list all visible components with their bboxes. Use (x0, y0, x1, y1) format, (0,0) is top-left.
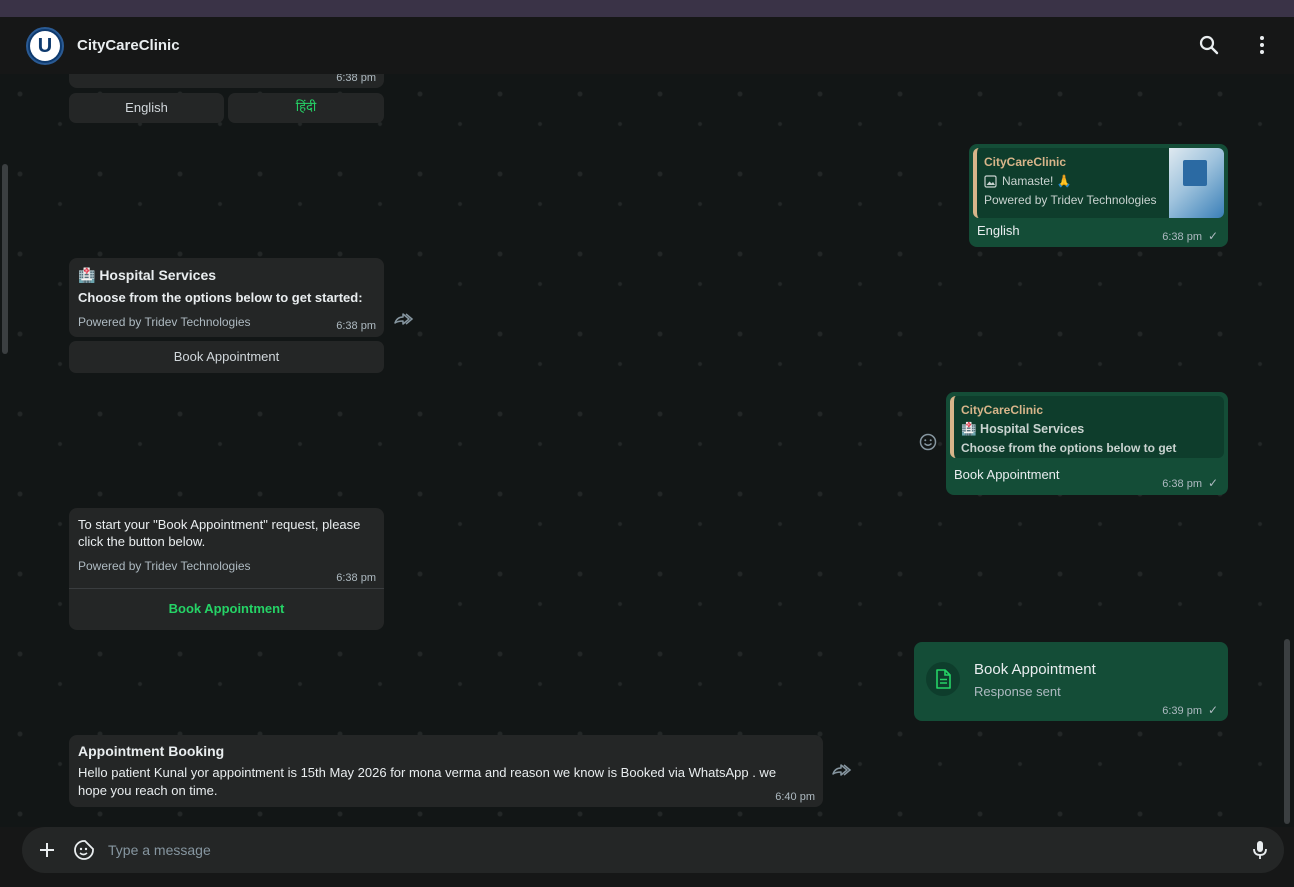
message-composer (22, 827, 1284, 873)
message-list[interactable]: 6:38 pm English हिंदी CityCareClinic Nam… (0, 74, 1294, 827)
message-time: 6:39 pm (1162, 705, 1202, 717)
sent-check-icon: ✓ (1207, 703, 1218, 717)
chat-app: U CityCareClinic 6:38 pm English हिंदी C… (0, 17, 1294, 887)
quick-reply-english[interactable]: English (69, 93, 224, 123)
left-scrollbar[interactable] (2, 164, 8, 354)
powered-by-text: Powered by Tridev Technologies (78, 315, 251, 329)
quoted-message[interactable]: CityCareClinic Namaste! 🙏 Powered by Tri… (973, 148, 1224, 218)
message-text-line: Hello patient Kunal yor appointment is 1… (78, 765, 777, 780)
message-time: 6:40 pm (775, 791, 815, 803)
image-icon (984, 175, 997, 188)
sent-check-icon: ✓ (1207, 229, 1218, 243)
response-status: Response sent (974, 684, 1061, 699)
message-time: 6:38 pm (336, 74, 376, 84)
avatar-letter: U (30, 31, 60, 61)
forward-icon[interactable] (830, 759, 852, 781)
avatar[interactable]: U (26, 27, 64, 65)
book-appointment-cta-button[interactable]: Book Appointment (69, 589, 384, 630)
message-subtitle: Choose from the options below to get sta… (78, 290, 363, 305)
mic-icon[interactable] (1248, 838, 1272, 862)
plus-icon[interactable] (35, 838, 59, 862)
message-bubble-outgoing: CityCareClinic 🏥 Hospital Services Choos… (946, 392, 1228, 495)
quoted-text: Namaste! 🙏 (1002, 174, 1072, 188)
quoted-message[interactable]: CityCareClinic 🏥 Hospital Services Choos… (950, 396, 1224, 458)
bottom-strip (0, 873, 1294, 887)
response-title: Book Appointment (974, 661, 1096, 678)
message-scrollbar[interactable] (1284, 639, 1290, 824)
document-icon-wrap (926, 662, 960, 696)
powered-by-text: Powered by Tridev Technologies (78, 559, 251, 573)
message-title: Appointment Booking (78, 743, 225, 759)
message-bubble-outgoing: CityCareClinic Namaste! 🙏 Powered by Tri… (969, 144, 1228, 247)
quoted-powered: Powered by Tridev Technologies (984, 193, 1157, 207)
quick-reply-hindi[interactable]: हिंदी (228, 93, 384, 123)
chat-title[interactable]: CityCareClinic (77, 37, 180, 54)
sticker-icon[interactable] (72, 838, 96, 862)
search-icon[interactable] (1197, 33, 1221, 57)
message-bubble-incoming: 🏥 Hospital Services Choose from the opti… (69, 258, 384, 337)
message-bubble-incoming: To start your "Book Appointment" request… (69, 508, 384, 630)
sent-check-icon: ✓ (1207, 476, 1218, 490)
message-bubble-incoming: Appointment Booking Hello patient Kunal … (69, 735, 823, 807)
chat-header: U CityCareClinic (0, 17, 1294, 74)
quoted-title: 🏥 Hospital Services (961, 422, 1085, 436)
message-input[interactable] (108, 839, 1208, 861)
window-top-strip (0, 0, 1294, 17)
quoted-thumbnail (1169, 148, 1224, 218)
message-text-line: To start your "Book Appointment" request… (78, 517, 361, 532)
message-bubble-outgoing: Book Appointment Response sent 6:39 pm ✓ (914, 642, 1228, 721)
emoji-reaction-icon[interactable] (918, 432, 938, 452)
forward-icon[interactable] (392, 308, 414, 330)
message-text: Hello patient Kunal yor appointment is 1… (78, 764, 776, 800)
message-text: English (977, 223, 1020, 238)
message-text-line: hope you reach on time. (78, 783, 218, 798)
message-title: 🏥 Hospital Services (78, 267, 217, 283)
document-icon (936, 669, 951, 689)
message-time: 6:38 pm (1162, 231, 1202, 243)
message-time: 6:38 pm (336, 320, 376, 332)
message-text: Book Appointment (954, 467, 1060, 482)
message-time: 6:38 pm (336, 572, 376, 584)
book-appointment-button[interactable]: Book Appointment (69, 341, 384, 373)
message-text-line: click the button below. (78, 534, 206, 549)
message-bubble-incoming: 6:38 pm (69, 74, 384, 88)
quoted-sender: CityCareClinic (961, 403, 1044, 417)
message-text: To start your "Book Appointment" request… (78, 516, 360, 550)
quoted-text: Choose from the options below to get sta… (961, 441, 1177, 458)
menu-icon[interactable] (1250, 33, 1274, 57)
quoted-sender: CityCareClinic (984, 155, 1067, 169)
message-time: 6:38 pm (1162, 478, 1202, 490)
